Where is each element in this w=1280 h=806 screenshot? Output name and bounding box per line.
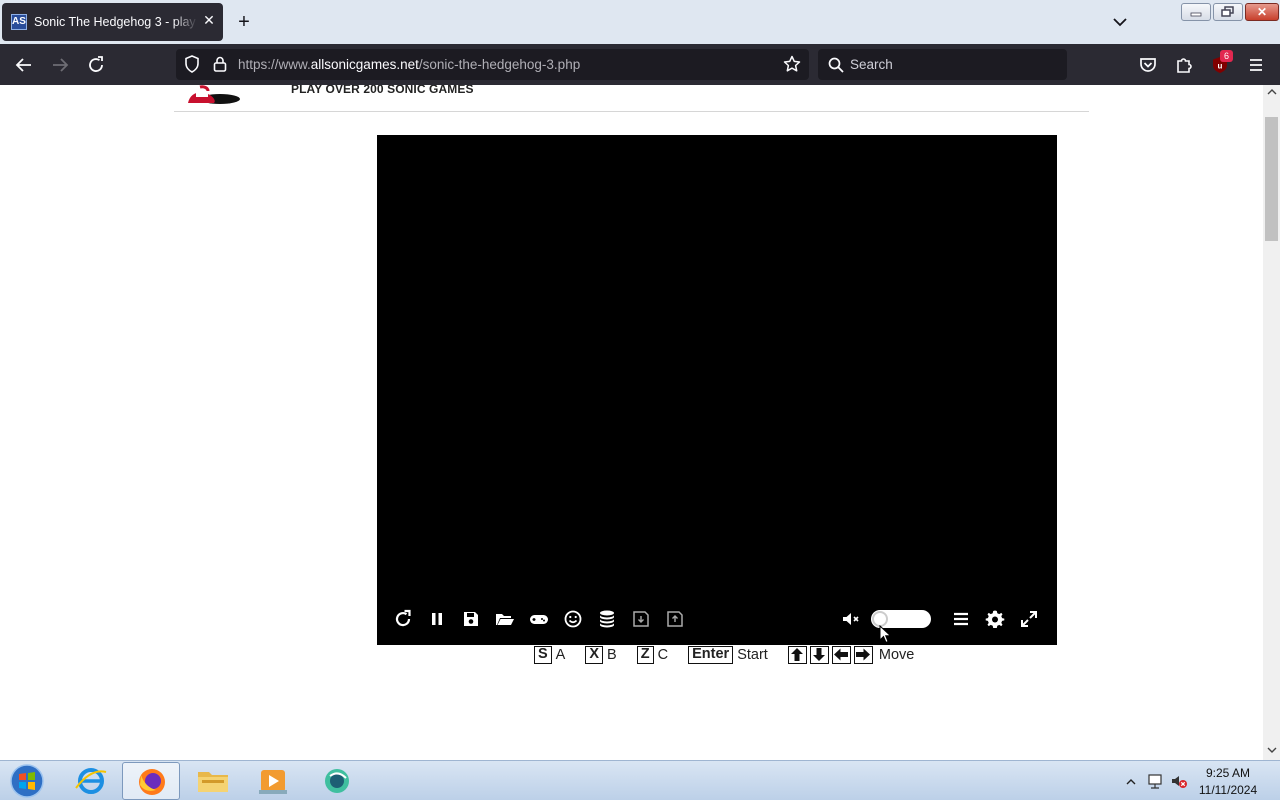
lock-icon[interactable] bbox=[210, 54, 230, 74]
save-state-icon[interactable] bbox=[459, 607, 483, 631]
list-all-tabs-icon[interactable] bbox=[1110, 14, 1130, 30]
mouse-cursor-icon bbox=[879, 624, 893, 645]
settings-gear-icon[interactable] bbox=[983, 607, 1007, 631]
scroll-down-arrow-icon[interactable] bbox=[1263, 743, 1280, 760]
game-player[interactable] bbox=[377, 135, 1057, 645]
search-placeholder: Search bbox=[850, 57, 893, 72]
search-icon bbox=[827, 56, 845, 74]
menu-icon[interactable] bbox=[949, 607, 973, 631]
url-text: https://www.allsonicgames.net/sonic-the-… bbox=[238, 57, 581, 72]
forward-icon[interactable] bbox=[48, 53, 72, 77]
fullscreen-icon[interactable] bbox=[1017, 607, 1041, 631]
bookmark-star-icon[interactable] bbox=[782, 54, 802, 74]
search-bar[interactable]: Search bbox=[818, 49, 1067, 80]
app-icon[interactable] bbox=[308, 762, 366, 800]
internet-explorer-icon[interactable] bbox=[62, 762, 120, 800]
page-scrollbar[interactable] bbox=[1263, 85, 1280, 760]
tab-close-icon[interactable]: ✕ bbox=[201, 12, 217, 28]
extension-badge: 6 bbox=[1220, 50, 1233, 62]
back-icon[interactable] bbox=[12, 53, 36, 77]
start-orb[interactable] bbox=[7, 763, 47, 799]
action-center-flag-icon[interactable] bbox=[1146, 772, 1164, 790]
gamepad-icon[interactable] bbox=[527, 607, 551, 631]
clock-date[interactable]: 11/11/2024 bbox=[1196, 783, 1260, 797]
app-menu-hamburger-icon[interactable] bbox=[1244, 53, 1268, 77]
mute-icon[interactable] bbox=[839, 607, 863, 631]
window-close-button[interactable]: ✕ bbox=[1245, 3, 1279, 21]
tracking-protection-shield-icon[interactable] bbox=[182, 54, 202, 74]
tab-sonic-3[interactable]: AS Sonic The Hedgehog 3 - play the game … bbox=[2, 3, 223, 41]
keyboard-controls-legend: SA XB ZC Enter Start Move bbox=[534, 646, 930, 666]
pause-icon[interactable] bbox=[425, 607, 449, 631]
navigation-toolbar: https://www.allsonicgames.net/sonic-the-… bbox=[0, 44, 1280, 85]
file-explorer-icon[interactable] bbox=[184, 762, 242, 800]
arrow-right-key-icon bbox=[853, 646, 873, 664]
web-page: PLAY OVER 200 SONIC GAMES S A X B Z C En… bbox=[0, 85, 1263, 760]
key-x-label: B bbox=[607, 647, 617, 663]
reload-icon[interactable] bbox=[84, 53, 108, 77]
firefox-icon[interactable] bbox=[122, 762, 180, 800]
arrow-left-key-icon bbox=[831, 646, 851, 664]
key-enter-label: Start bbox=[737, 647, 768, 663]
tab-title: Sonic The Hedgehog 3 - play the game onl… bbox=[34, 15, 198, 29]
load-file-icon[interactable] bbox=[663, 607, 687, 631]
media-player-icon[interactable] bbox=[244, 762, 302, 800]
window-minimize-button[interactable] bbox=[1181, 3, 1211, 21]
cache-database-icon[interactable] bbox=[595, 607, 619, 631]
key-z-label: C bbox=[657, 647, 669, 663]
header-divider bbox=[174, 111, 1089, 112]
new-tab-button[interactable]: + bbox=[233, 12, 255, 34]
tab-strip: AS Sonic The Hedgehog 3 - play the game … bbox=[0, 0, 1280, 44]
window-restore-button[interactable] bbox=[1213, 3, 1243, 21]
cheats-icon[interactable] bbox=[561, 607, 585, 631]
site-tagline: PLAY OVER 200 SONIC GAMES bbox=[291, 85, 474, 96]
key-enter: Enter bbox=[688, 646, 734, 664]
volume-muted-tray-icon[interactable] bbox=[1170, 772, 1188, 790]
svg-text:u: u bbox=[1218, 62, 1223, 71]
key-s-label: A bbox=[555, 647, 566, 663]
scrollbar-thumb[interactable] bbox=[1265, 117, 1278, 241]
key-z: Z bbox=[636, 646, 654, 664]
load-state-icon[interactable] bbox=[493, 607, 517, 631]
restart-icon[interactable] bbox=[391, 607, 415, 631]
save-file-icon[interactable] bbox=[629, 607, 653, 631]
move-label: Move bbox=[878, 647, 915, 663]
scroll-up-arrow-icon[interactable] bbox=[1263, 85, 1280, 102]
show-hidden-icons-icon[interactable] bbox=[1126, 774, 1136, 785]
windows-taskbar: 9:25 AM 11/11/2024 bbox=[0, 760, 1280, 800]
key-x: X bbox=[585, 646, 604, 664]
arrow-up-key-icon bbox=[787, 646, 807, 664]
address-bar[interactable]: https://www.allsonicgames.net/sonic-the-… bbox=[176, 49, 809, 80]
site-favicon-icon: AS bbox=[11, 14, 27, 30]
ublock-extension-icon[interactable]: u 6 bbox=[1208, 50, 1233, 77]
pocket-icon[interactable] bbox=[1136, 53, 1160, 77]
extensions-puzzle-icon[interactable] bbox=[1172, 53, 1196, 77]
clock-time[interactable]: 9:25 AM bbox=[1196, 766, 1260, 780]
arrow-down-key-icon bbox=[809, 646, 829, 664]
site-logo-icon[interactable] bbox=[186, 85, 242, 105]
key-s: S bbox=[534, 646, 552, 664]
